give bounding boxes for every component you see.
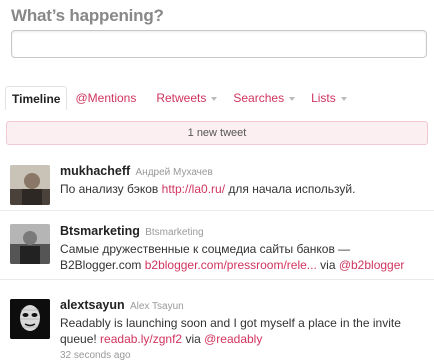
tab-retweets[interactable]: Retweets: [150, 86, 223, 110]
tweet-text-part: via: [182, 332, 205, 346]
avatar-photo-icon: [10, 224, 50, 264]
chevron-down-icon: [289, 96, 296, 101]
mention-link[interactable]: @readably: [204, 332, 262, 346]
avatar[interactable]: [10, 165, 50, 205]
tweet-item: alextsayun Alex Tsayun Readably is launc…: [0, 288, 434, 363]
avatar[interactable]: [10, 224, 50, 264]
tweet-link[interactable]: b2blogger.com/pressroom/rele...: [145, 258, 317, 272]
chevron-down-icon: [211, 96, 218, 101]
tweet-timestamp[interactable]: 32 seconds ago: [60, 348, 428, 363]
full-name: Alex Tsayun: [129, 301, 184, 312]
tab-lists[interactable]: Lists: [305, 86, 353, 110]
chevron-down-icon: [340, 96, 347, 101]
compose-input[interactable]: [11, 30, 427, 58]
tab-label: Searches: [233, 91, 285, 105]
screen-name[interactable]: Btsmarketing: [60, 224, 140, 238]
tab-label: Retweets: [156, 91, 207, 105]
tweet-text: Самые дружественные к соцмедиа сайты бан…: [60, 241, 428, 273]
tweet-item: mukhacheff Андрей Мухачев По анализу бэк…: [0, 155, 434, 211]
mention-link[interactable]: @b2blogger: [339, 258, 405, 272]
tweet-text: По анализу бэков http://la0.ru/ для нача…: [60, 181, 428, 197]
tweet-item: Btsmarketing Btsmarketing Самые дружеств…: [0, 216, 434, 280]
new-tweet-bar[interactable]: 1 new tweet: [6, 121, 428, 145]
compose-title: What’s happening?: [11, 6, 164, 25]
tweet-link[interactable]: http://la0.ru/: [162, 182, 225, 196]
screen-name[interactable]: alextsayun: [60, 298, 125, 312]
tab-mentions[interactable]: @Mentions: [69, 86, 142, 110]
tab-label: Timeline: [12, 91, 61, 106]
tab-searches[interactable]: Searches: [227, 86, 301, 110]
tab-timeline[interactable]: Timeline: [5, 86, 68, 110]
avatar-mask-icon: [10, 299, 50, 339]
tab-label: Lists: [311, 91, 336, 105]
tweet-text-part: для начала используй.: [225, 182, 356, 196]
tab-label: @Mentions: [75, 91, 137, 105]
timeline-tabs: Timeline @Mentions Retweets Searches Lis…: [0, 86, 434, 110]
tweet-text: Readably is launching soon and I got mys…: [60, 315, 428, 347]
full-name: Андрей Мухачев: [135, 167, 213, 178]
new-tweet-label: 1 new tweet: [187, 127, 247, 139]
avatar[interactable]: [10, 299, 50, 339]
tweet-link[interactable]: readab.ly/zgnf2: [100, 332, 182, 346]
full-name: Btsmarketing: [145, 227, 204, 238]
avatar-photo-icon: [10, 165, 50, 205]
screen-name[interactable]: mukhacheff: [60, 164, 130, 178]
tweet-text-part: via: [316, 258, 339, 272]
tweet-text-part: По анализу бэков: [60, 182, 162, 196]
